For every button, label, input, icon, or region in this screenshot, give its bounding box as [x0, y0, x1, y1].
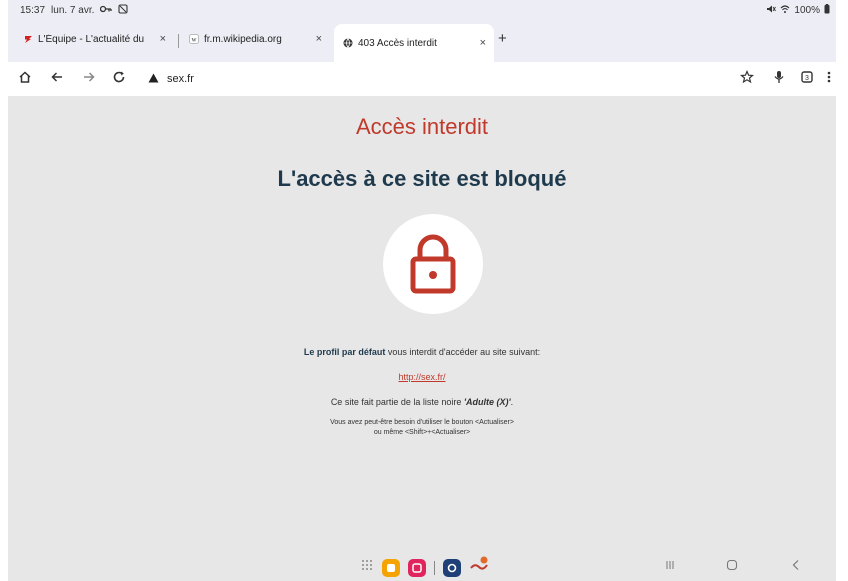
back-button[interactable]: [790, 558, 802, 574]
blacklist-prefix: Ce site fait partie de la liste noire: [330, 397, 464, 407]
mic-icon[interactable]: [770, 70, 788, 87]
status-time: 15:37: [20, 5, 46, 16]
tab-403[interactable]: 403 Accès interdit ×: [334, 24, 494, 62]
bookmark-star-icon[interactable]: [738, 69, 756, 87]
notification-icon: [118, 4, 128, 17]
page-heading: L'accès à ce site est bloqué: [277, 166, 567, 191]
profile-name: Le profil par défaut: [303, 347, 386, 357]
dock-divider: [434, 560, 435, 575]
battery-icon: [824, 4, 830, 17]
tab-strip: L'Équipe - L'actualité du × w fr.m.wikip…: [8, 20, 836, 62]
svg-text:3: 3: [805, 75, 809, 82]
profile-message: Le profil par défaut vous interdit d'acc…: [8, 347, 836, 357]
settings-app-icon[interactable]: [443, 558, 461, 577]
mute-icon: [766, 4, 777, 17]
home-icon[interactable]: [16, 70, 34, 87]
menu-icon[interactable]: [820, 70, 836, 87]
tab-divider: [178, 34, 179, 48]
not-secure-icon[interactable]: [148, 73, 159, 86]
lock-icon: [410, 234, 456, 294]
refresh-hint-line1: Vous avez peut-être besoin d'utiliser le…: [330, 419, 514, 426]
refresh-hint-line2: ou même <Shift>+<Actualiser>: [373, 429, 471, 436]
recent-app-icon[interactable]: [469, 556, 489, 579]
tab-close-button[interactable]: ×: [160, 33, 166, 45]
blacklist-name: 'Adulte (X)': [463, 397, 511, 407]
lock-badge: [383, 214, 483, 314]
page-title: Accès interdit: [355, 114, 489, 139]
blocked-url-link[interactable]: http://sex.fr/: [398, 372, 445, 382]
browser-window: 15:37 lun. 7 avr. 100% L'Équipe - L'actu…: [8, 0, 836, 581]
tab-close-button[interactable]: ×: [480, 37, 486, 49]
recents-button[interactable]: [664, 558, 676, 574]
back-icon[interactable]: [48, 70, 66, 87]
wifi-icon: [780, 4, 790, 17]
taskbar-dock: [360, 556, 489, 579]
tab-close-button[interactable]: ×: [316, 33, 322, 45]
forward-icon[interactable]: [80, 70, 98, 87]
tab-switcher-icon[interactable]: 3: [798, 70, 816, 87]
status-date: lun. 7 avr.: [51, 5, 95, 16]
lequipe-favicon: [22, 33, 34, 45]
tab-title: fr.m.wikipedia.org: [204, 33, 282, 45]
profile-message-text: vous interdit d'accéder au site suivant:: [385, 347, 541, 357]
status-bar: 15:37 lun. 7 avr. 100%: [8, 0, 836, 20]
system-nav-bar: [8, 538, 836, 581]
tab-wikipedia[interactable]: w fr.m.wikipedia.org ×: [180, 24, 330, 54]
battery-level: 100%: [794, 5, 820, 16]
blacklist-message: Ce site fait partie de la liste noire 'A…: [8, 397, 836, 407]
blocked-url-row: http://sex.fr/: [8, 372, 836, 382]
tab-title: 403 Accès interdit: [358, 37, 437, 49]
address-bar[interactable]: sex.fr: [148, 65, 732, 93]
blocked-page: Accès interdit L'accès à ce site est blo…: [8, 96, 836, 538]
app-drawer-icon[interactable]: [360, 558, 374, 577]
tab-lequipe[interactable]: L'Équipe - L'actualité du ×: [14, 24, 174, 54]
tab-title: L'Équipe - L'actualité du: [38, 33, 145, 45]
key-icon: [100, 5, 113, 16]
browser-toolbar: sex.fr 3: [8, 62, 836, 96]
gallery-app-icon[interactable]: [408, 558, 426, 577]
url-text[interactable]: sex.fr: [167, 73, 194, 85]
globe-icon: [342, 37, 354, 49]
new-tab-button[interactable]: +: [498, 30, 507, 47]
reload-icon[interactable]: [110, 70, 128, 87]
home-button[interactable]: [726, 558, 738, 574]
blacklist-suffix: .: [510, 397, 514, 407]
wikipedia-favicon: w: [188, 33, 200, 45]
folder-app-icon[interactable]: [382, 558, 400, 577]
